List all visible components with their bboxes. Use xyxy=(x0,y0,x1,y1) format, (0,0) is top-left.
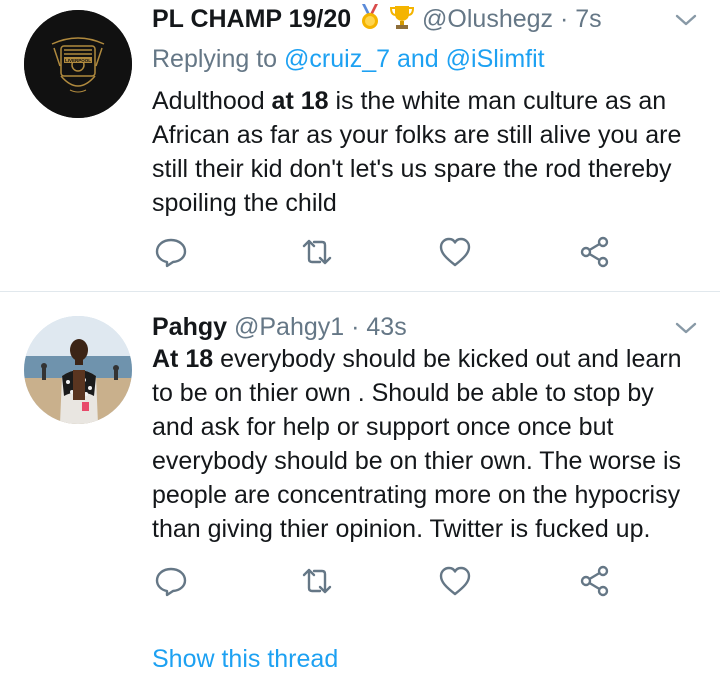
share-button[interactable] xyxy=(578,564,612,598)
tweet-1[interactable]: LIVERPOOL PL CHAMP 19/20 @Olushegz · 7s … xyxy=(0,0,720,292)
avatar[interactable] xyxy=(24,316,132,424)
reply-button[interactable] xyxy=(154,564,188,598)
replying-to: Replying to @cruiz_7 and @iSlimfit xyxy=(152,44,545,74)
tweet-text-bold: At 18 xyxy=(152,345,214,373)
tweet-text: At 18 everybody should be kicked out and… xyxy=(152,342,697,546)
tweet-2[interactable]: Pahgy @Pahgy1 · 43s At 18 everybody shou… xyxy=(0,292,720,690)
tweet-header: Pahgy @Pahgy1 · 43s xyxy=(152,312,407,342)
display-name[interactable]: PL CHAMP 19/20 xyxy=(152,5,351,33)
timestamp[interactable]: 43s xyxy=(366,313,406,341)
tweet-header: PL CHAMP 19/20 @Olushegz · 7s xyxy=(152,4,602,37)
timestamp[interactable]: 7s xyxy=(575,5,601,33)
heart-icon xyxy=(439,237,471,267)
separator-dot: · xyxy=(351,313,360,341)
separator-dot: · xyxy=(559,5,569,33)
chevron-down-icon[interactable] xyxy=(674,8,698,32)
avatar[interactable]: LIVERPOOL xyxy=(24,10,132,118)
reply-mention-link[interactable]: @iSlimfit xyxy=(446,45,545,73)
medal-icon xyxy=(358,4,382,37)
reply-icon xyxy=(155,238,187,268)
reply-button[interactable] xyxy=(154,235,188,269)
reply-prefix: Replying to xyxy=(152,45,278,73)
share-icon xyxy=(580,565,609,597)
reply-icon xyxy=(155,567,187,597)
user-handle[interactable]: @Pahgy1 xyxy=(234,313,344,341)
like-button[interactable] xyxy=(438,564,472,598)
tweet-text-after: everybody should be kicked out and learn… xyxy=(152,345,682,543)
reply-mention-link[interactable]: @cruiz_7 xyxy=(284,45,390,73)
tweet-text-bold: at 18 xyxy=(271,87,329,115)
share-icon xyxy=(580,236,609,268)
share-button[interactable] xyxy=(578,235,612,269)
retweet-icon xyxy=(302,568,332,594)
retweet-button[interactable] xyxy=(300,235,334,269)
retweet-icon xyxy=(302,239,332,265)
tweet-text-before: Adulthood xyxy=(152,87,272,115)
tweet-text: Adulthood at 18 is the white man culture… xyxy=(152,84,697,220)
show-thread-link[interactable]: Show this thread xyxy=(152,642,338,676)
profile-photo-icon xyxy=(24,316,132,424)
heart-icon xyxy=(439,566,471,596)
chevron-down-icon[interactable] xyxy=(674,316,698,340)
trophy-icon xyxy=(389,4,415,37)
svg-text:LIVERPOOL: LIVERPOOL xyxy=(65,58,91,63)
retweet-button[interactable] xyxy=(300,564,334,598)
liverpool-crest-icon: LIVERPOOL xyxy=(24,10,132,118)
display-name[interactable]: Pahgy xyxy=(152,313,227,341)
user-handle[interactable]: @Olushegz xyxy=(422,5,553,33)
reply-and: and xyxy=(396,45,439,73)
like-button[interactable] xyxy=(438,235,472,269)
